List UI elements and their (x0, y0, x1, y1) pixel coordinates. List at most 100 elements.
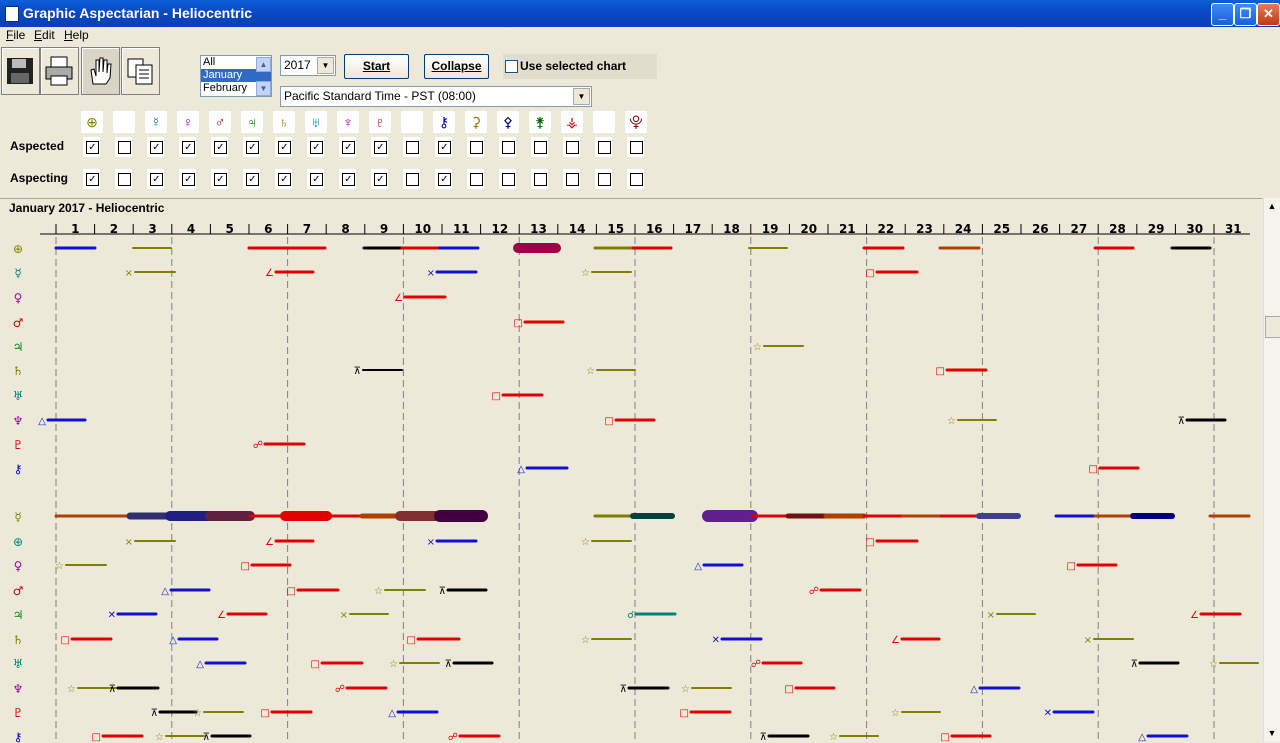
aspecting-checkbox-17[interactable] (627, 169, 644, 189)
aspected-checkbox-0[interactable]: ✓ (83, 137, 100, 157)
row-symbol: ♆ (13, 414, 24, 428)
use-selected-chart-checkbox[interactable] (505, 60, 518, 73)
aspect-glyph: ∠ (394, 293, 403, 304)
collapse-button[interactable]: Collapse (424, 54, 489, 79)
aspected-checkbox-15[interactable] (563, 137, 580, 157)
aspecting-checkbox-8[interactable]: ✓ (339, 169, 356, 189)
aspected-checkbox-6[interactable]: ✓ (275, 137, 292, 157)
row-symbol: ♅ (13, 657, 24, 671)
save-icon (7, 58, 33, 84)
aspected-checkbox-11[interactable]: ✓ (435, 137, 452, 157)
aspect-glyph: ☆ (947, 416, 956, 427)
aspect-glyph: □ (492, 391, 501, 402)
aspected-checkbox-8[interactable]: ✓ (339, 137, 356, 157)
aspecting-checkbox-16[interactable] (595, 169, 612, 189)
aspecting-checkbox-7[interactable]: ✓ (307, 169, 324, 189)
aspect-glyph: ☆ (829, 732, 838, 743)
minimize-button[interactable]: _ (1211, 3, 1234, 26)
timezone-select[interactable]: Pacific Standard Time - PST (08:00) ▼ (280, 86, 592, 107)
close-button[interactable]: ✕ (1257, 3, 1280, 26)
year-select[interactable]: 2017 ▼ (280, 55, 336, 76)
day-label: 6 (264, 222, 272, 236)
day-label: 9 (380, 222, 388, 236)
aspecting-checkbox-0[interactable]: ✓ (83, 169, 100, 189)
aspecting-checkbox-6[interactable]: ✓ (275, 169, 292, 189)
aspect-glyph: △ (1138, 732, 1146, 743)
aspecting-checkbox-10[interactable] (403, 169, 420, 189)
aspecting-checkbox-12[interactable] (467, 169, 484, 189)
planet-symbol-14: ⚵ (529, 111, 551, 133)
day-label: 27 (1071, 222, 1088, 236)
aspecting-checkbox-4[interactable]: ✓ (211, 169, 228, 189)
aspecting-checkbox-9[interactable]: ✓ (371, 169, 388, 189)
aspect-glyph: ☆ (155, 732, 164, 743)
aspect-glyph: ✕ (108, 610, 116, 621)
scroll-up-icon[interactable]: ▲ (256, 57, 271, 72)
aspecting-checkbox-14[interactable] (531, 169, 548, 189)
aspected-checkbox-13[interactable] (499, 137, 516, 157)
aspect-glyph: ☍ (448, 732, 458, 743)
menu-help[interactable]: Help (64, 28, 89, 42)
scroll-down-icon[interactable]: ▼ (256, 81, 271, 96)
aspected-checkbox-16[interactable] (595, 137, 612, 157)
row-symbol: ⚷ (14, 730, 23, 743)
save-button[interactable] (1, 47, 40, 95)
checkbox-box (534, 141, 547, 154)
chevron-down-icon[interactable]: ▼ (317, 57, 334, 74)
day-label: 25 (993, 222, 1010, 236)
aspect-glyph: ✕ (712, 635, 720, 646)
aspected-checkbox-1[interactable] (115, 137, 132, 157)
aspected-label: Aspected (10, 139, 65, 153)
use-selected-chart-label: Use selected chart (520, 59, 627, 73)
menu-bar: File Edit Help (0, 27, 1280, 45)
aspect-glyph: ☆ (193, 708, 202, 719)
menu-edit[interactable]: Edit (34, 28, 55, 42)
aspecting-checkbox-11[interactable]: ✓ (435, 169, 452, 189)
aspected-checkbox-3[interactable]: ✓ (179, 137, 196, 157)
planet-symbol-3: ♀ (177, 111, 199, 133)
aspectarian-chart: 1 2 3 4 5 6 7 8 9 10 11 12 13 14 15 16 17 18 19 20 21 22 23 24 2… (13, 222, 1259, 743)
aspected-checkbox-10[interactable] (403, 137, 420, 157)
aspecting-checkbox-15[interactable] (563, 169, 580, 189)
menu-file[interactable]: File (6, 28, 25, 42)
aspect-glyph: □ (785, 684, 794, 695)
aspected-checkbox-5[interactable]: ✓ (243, 137, 260, 157)
checkbox-box (630, 141, 643, 154)
aspected-checkbox-7[interactable]: ✓ (307, 137, 324, 157)
scroll-down-icon[interactable]: ▼ (1265, 726, 1279, 740)
scroll-up-icon[interactable]: ▲ (1265, 199, 1279, 213)
day-label: 12 (492, 222, 509, 236)
aspect-glyph: □ (605, 416, 614, 427)
aspecting-checkbox-1[interactable] (115, 169, 132, 189)
checkbox-box: ✓ (214, 173, 227, 186)
aspected-checkbox-17[interactable] (627, 137, 644, 157)
day-label: 23 (916, 222, 933, 236)
copy-button[interactable] (121, 47, 160, 95)
aspect-glyph: △ (169, 635, 177, 646)
aspected-checkbox-4[interactable]: ✓ (211, 137, 228, 157)
aspect-glyph: ⊼ (1131, 659, 1138, 670)
hand-button[interactable] (81, 47, 120, 95)
aspected-checkbox-12[interactable] (467, 137, 484, 157)
print-button[interactable] (40, 47, 79, 95)
day-label: 29 (1148, 222, 1165, 236)
start-button[interactable]: Start (344, 54, 409, 79)
planet-symbol-6: ♄ (273, 111, 295, 133)
month-listbox[interactable]: All January February ▲ ▼ (200, 55, 272, 97)
aspecting-checkbox-5[interactable]: ✓ (243, 169, 260, 189)
chevron-down-icon[interactable]: ▼ (573, 88, 590, 105)
aspected-checkbox-14[interactable] (531, 137, 548, 157)
aspected-checkbox-9[interactable]: ✓ (371, 137, 388, 157)
checkbox-box: ✓ (342, 173, 355, 186)
vertical-scrollbar[interactable]: ▲ ▼ (1263, 198, 1280, 742)
aspect-glyph: × (1084, 635, 1092, 646)
aspect-glyph: ☆ (681, 684, 690, 695)
aspected-checkbox-2[interactable]: ✓ (147, 137, 164, 157)
scroll-thumb[interactable] (1265, 316, 1280, 338)
aspecting-checkbox-13[interactable] (499, 169, 516, 189)
aspecting-checkbox-3[interactable]: ✓ (179, 169, 196, 189)
aspecting-checkbox-2[interactable]: ✓ (147, 169, 164, 189)
aspecting-label: Aspecting (10, 171, 69, 185)
checkbox-box (566, 173, 579, 186)
restore-button[interactable]: ❐ (1234, 3, 1257, 26)
